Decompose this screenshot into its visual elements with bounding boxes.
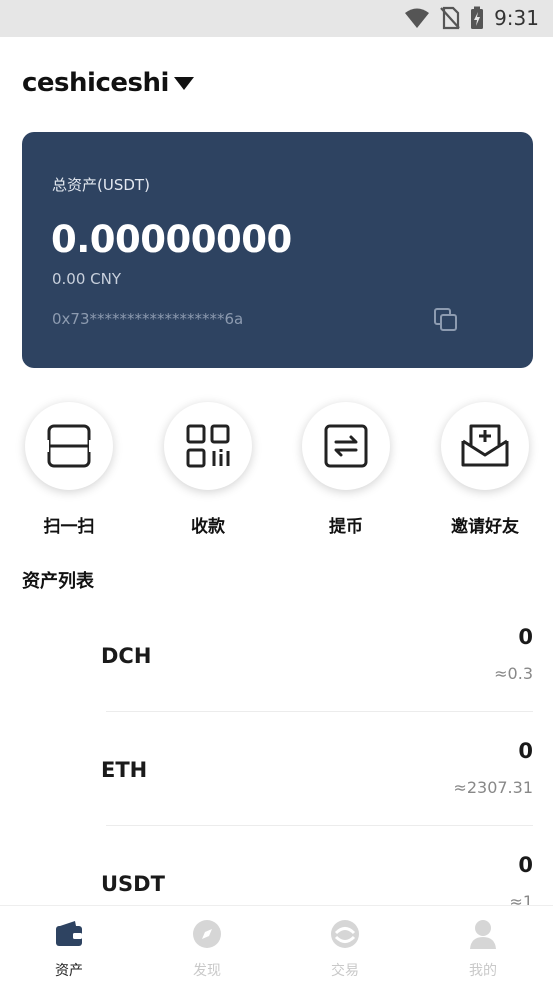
receive-action[interactable]: 收款: [158, 402, 258, 537]
transfer-icon: [324, 424, 368, 468]
asset-row-eth[interactable]: ETH 0 ≈2307.31: [0, 712, 553, 826]
tab-discover[interactable]: 发现: [157, 918, 257, 980]
battery-charging-icon: [471, 6, 484, 29]
account-switcher[interactable]: ceshiceshi: [22, 68, 195, 98]
wallet-address: 0x73******************6a: [52, 310, 244, 328]
tab-label: 资产: [55, 963, 83, 979]
total-assets-cny: 0.00 CNY: [52, 270, 122, 288]
tab-label: 发现: [193, 963, 221, 979]
asset-amount: 0: [518, 853, 533, 877]
receive-button[interactable]: [164, 402, 252, 490]
total-assets-card: 总资产(USDT) 0.00000000 0.00 CNY 0x73******…: [22, 132, 533, 368]
caret-down-icon: [173, 77, 194, 90]
invite-button[interactable]: [441, 402, 529, 490]
tab-label: 我的: [469, 963, 497, 979]
receive-label: 收款: [191, 517, 225, 537]
scan-action[interactable]: 扫一扫: [19, 402, 119, 537]
status-icons: 9:31: [404, 6, 539, 30]
asset-list-title: 资产列表: [22, 571, 94, 592]
user-icon: [470, 920, 496, 949]
asset-approx-value: ≈0.3: [494, 664, 533, 683]
tab-assets[interactable]: 资产: [19, 918, 119, 980]
invite-mail-icon: [461, 424, 509, 467]
asset-amount: 0: [518, 625, 533, 649]
scan-label: 扫一扫: [43, 517, 95, 537]
wifi-icon: [405, 8, 430, 28]
invite-action[interactable]: 邀请好友: [435, 402, 535, 537]
status-bar: 9:31: [0, 0, 553, 37]
asset-symbol: USDT: [101, 872, 165, 896]
tab-trade[interactable]: 交易: [295, 918, 395, 980]
wallet-icon: [56, 921, 82, 946]
scan-icon: [46, 424, 92, 468]
withdraw-label: 提币: [329, 517, 363, 537]
no-sim-icon: [440, 6, 460, 30]
bottom-tab-bar: 资产 发现 交易 我的: [0, 905, 553, 984]
tab-label: 交易: [331, 963, 359, 979]
account-name: ceshiceshi: [22, 68, 169, 98]
quick-actions: 扫一扫 收款 提币 邀请好友: [0, 402, 553, 542]
compass-icon: [193, 920, 221, 948]
tab-mine[interactable]: 我的: [433, 918, 533, 980]
asset-list: DCH 0 ≈0.3 ETH 0 ≈2307.31 USDT 0 ≈1: [0, 598, 553, 940]
asset-approx-value: ≈2307.31: [453, 778, 533, 797]
withdraw-button[interactable]: [302, 402, 390, 490]
status-time: 9:31: [494, 6, 539, 30]
qr-code-icon: [186, 424, 230, 468]
total-assets-label: 总资产(USDT): [52, 176, 150, 194]
withdraw-action[interactable]: 提币: [296, 402, 396, 537]
asset-symbol: ETH: [101, 758, 148, 782]
asset-amount: 0: [518, 739, 533, 763]
asset-symbol: DCH: [101, 644, 152, 668]
copy-icon[interactable]: [433, 307, 459, 333]
asset-row-dch[interactable]: DCH 0 ≈0.3: [0, 598, 553, 712]
invite-label: 邀请好友: [451, 517, 519, 537]
scan-button[interactable]: [25, 402, 113, 490]
total-assets-value: 0.00000000: [51, 218, 292, 261]
exchange-icon: [331, 920, 359, 948]
